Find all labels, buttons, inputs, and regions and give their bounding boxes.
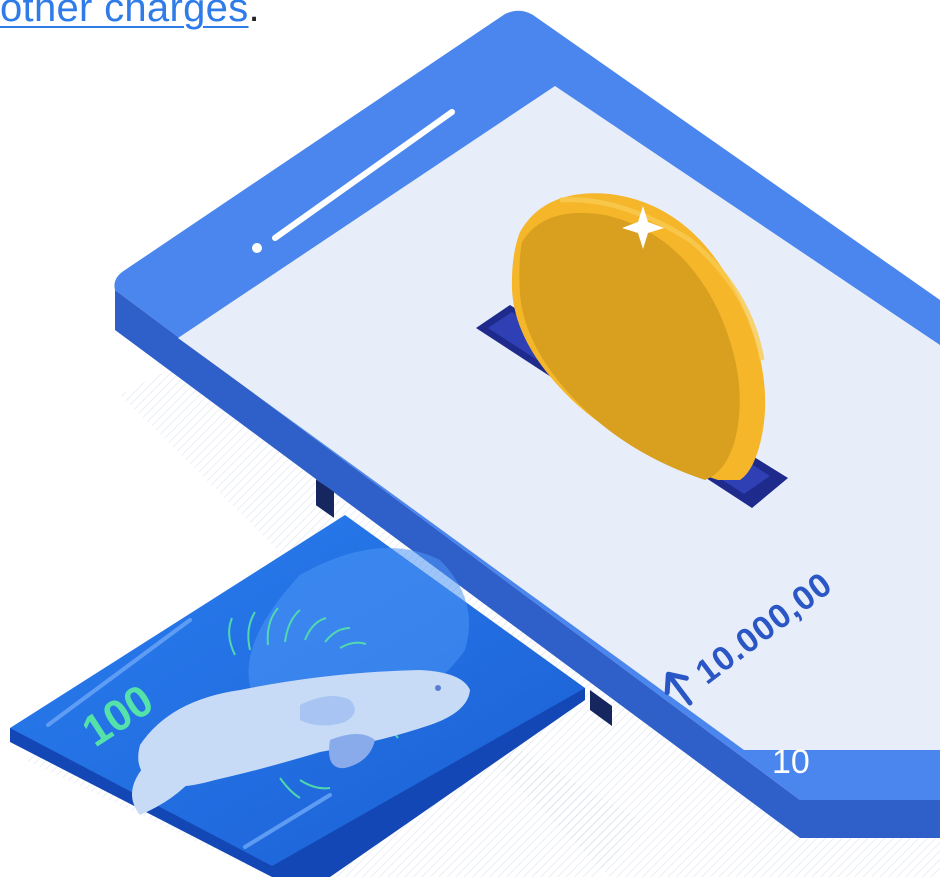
page-number: 10 bbox=[772, 743, 810, 781]
camera-dot bbox=[252, 243, 262, 253]
slide: other charges. 10.000,00 100 10 bbox=[0, 0, 940, 877]
